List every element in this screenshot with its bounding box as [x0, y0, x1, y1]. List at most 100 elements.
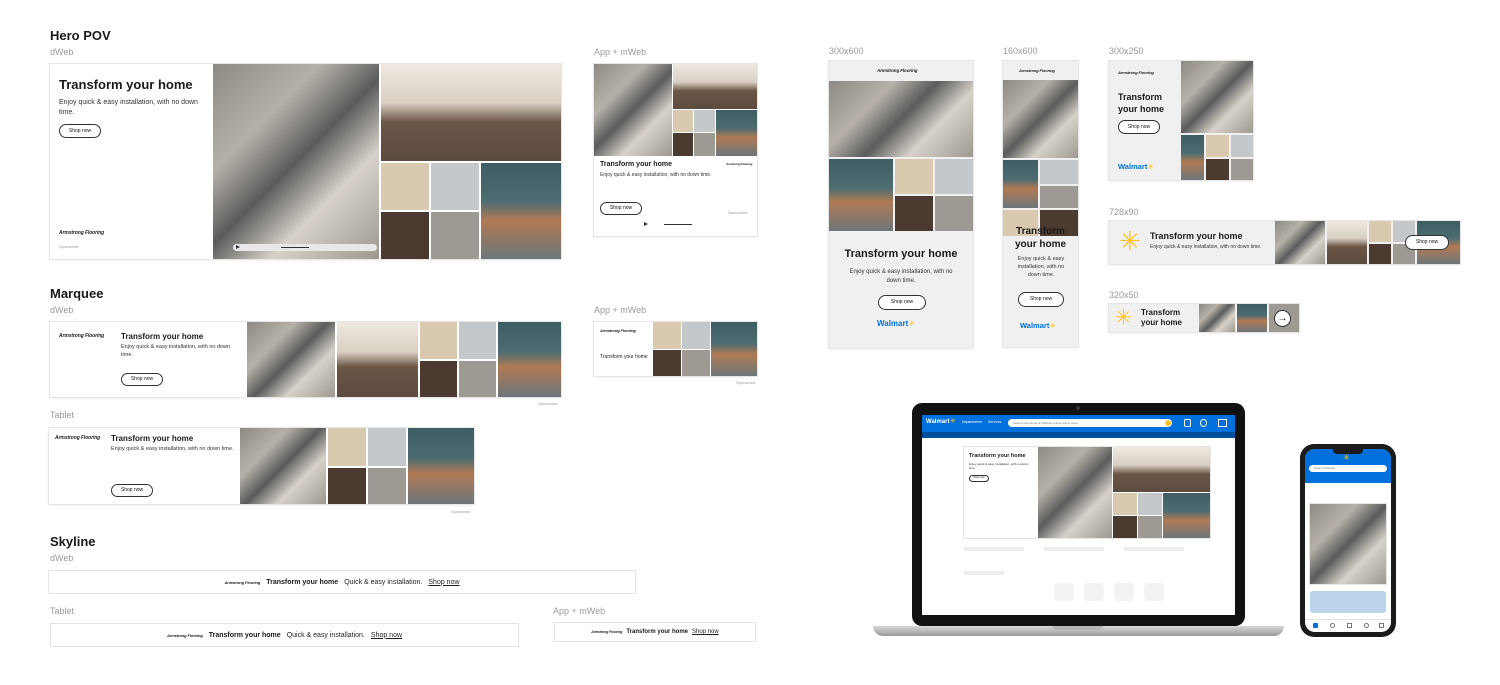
arrow-right-icon[interactable]: →: [1274, 310, 1291, 327]
ad-300x600[interactable]: Armstrong Flooring Transform your home E…: [829, 61, 973, 348]
tab-icon[interactable]: [1347, 623, 1352, 628]
family-photo: [240, 428, 326, 504]
family-photo: [1038, 447, 1112, 538]
hero-mweb-ad[interactable]: Transform your home Armstrong Flooring E…: [594, 64, 757, 236]
tablet-brand: Armstrong Flooring: [55, 435, 101, 441]
placeholder-product: [1144, 583, 1164, 601]
ad-728x90[interactable]: ✳ Transform your home Enjoy quick & easy…: [1109, 221, 1460, 264]
phone-notch: [1333, 449, 1363, 454]
laptop-hero-shop-button[interactable]: Shop now: [969, 475, 989, 482]
ad-300x600-brand: Armstrong Flooring: [877, 68, 918, 73]
hero-dweb-ad[interactable]: Transform your home Enjoy quick & easy i…: [50, 64, 561, 259]
walmart-header: Walmart ✳ Departments Services Search ev…: [922, 415, 1235, 432]
search-icon[interactable]: [1165, 420, 1171, 426]
laptop-screen: Walmart ✳ Departments Services Search ev…: [922, 415, 1235, 615]
marquee-brand: Armstrong Flooring: [59, 333, 105, 339]
tile-swatch: [328, 468, 366, 504]
marquee-tablet-ad[interactable]: Armstrong Flooring Transform your home E…: [49, 428, 474, 504]
marquee-mweb-ad[interactable]: Armstrong Flooring Transform your home: [594, 322, 757, 376]
phone-hero-ad[interactable]: [1310, 504, 1386, 584]
ad-300x600-shop-button[interactable]: Shop now: [878, 295, 926, 310]
hero-mweb-shop-button[interactable]: Shop now: [600, 202, 642, 215]
label-app-mweb-skyline: App + mWeb: [553, 606, 606, 616]
family-photo: [1275, 221, 1325, 264]
play-icon[interactable]: [236, 245, 240, 249]
phone-search-input[interactable]: Search Walmart: [1309, 465, 1387, 472]
dog-photo: [1003, 160, 1038, 208]
marquee-dweb-ad[interactable]: Armstrong Flooring Transform your home E…: [50, 322, 561, 397]
ad-320x50[interactable]: ✳ Transform your home →: [1109, 304, 1299, 332]
header-logo[interactable]: Walmart: [926, 419, 949, 425]
skyline-headline: Transform your home: [266, 578, 339, 586]
ad-728x90-body: Enjoy quick & easy installation, with no…: [1150, 244, 1262, 250]
skyline-brand: Armstrong Flooring: [224, 579, 261, 585]
tile-swatch: [895, 196, 933, 231]
skyline-tablet-shop-link[interactable]: Shop now: [371, 632, 402, 639]
label-app-mweb-hero: App + mWeb: [594, 47, 647, 57]
skyline-mweb-brand: Armstrong Flooring: [591, 630, 623, 634]
dog-photo: [408, 428, 474, 504]
ad-160x600[interactable]: Armstrong Flooring Transform your home E…: [1003, 61, 1078, 347]
hero-mweb-headline: Transform your home: [600, 161, 672, 168]
family-photo: [594, 64, 672, 156]
tablet-shop-button[interactable]: Shop now: [111, 484, 153, 497]
ad-160x600-shop-button[interactable]: Shop now: [1018, 292, 1064, 307]
services-menu[interactable]: Services: [988, 420, 1001, 424]
family-photo: [1199, 304, 1235, 332]
family-photo: [829, 81, 973, 157]
tile-swatch: [328, 428, 366, 466]
tile-swatch: [1369, 244, 1391, 264]
hero-headline: Transform your home: [59, 77, 193, 92]
account-icon[interactable]: [1200, 419, 1207, 427]
tile-swatch: [653, 350, 681, 376]
ad-320x50-headline: Transform your home: [1141, 308, 1182, 328]
label-dweb-skyline: dWeb: [50, 553, 74, 563]
placeholder-bar: [964, 547, 1024, 551]
tile-swatch: [1113, 493, 1137, 515]
search-input[interactable]: Search everything at Walmart online and …: [1008, 419, 1172, 427]
ad-160x600-body: Enjoy quick & easy installation, with no…: [1017, 256, 1065, 278]
skyline-mweb-shop-link[interactable]: Shop now: [692, 629, 719, 635]
ad-728x90-shop-button[interactable]: Shop now: [1405, 235, 1449, 250]
walmart-wordmark: Walmart: [1020, 321, 1050, 330]
departments-menu[interactable]: Departments: [962, 420, 982, 424]
hero-shop-button[interactable]: Shop now: [59, 124, 101, 138]
headline-line-1: Transform: [1141, 308, 1181, 317]
section-title-skyline: Skyline: [50, 534, 96, 549]
marquee-shop-button[interactable]: Shop now: [121, 373, 163, 386]
ad-728x90-headline: Transform your home: [1150, 231, 1243, 241]
tile-swatch: [1138, 493, 1162, 515]
tile-swatch: [653, 322, 681, 349]
video-scrubber[interactable]: [233, 244, 377, 251]
spark-icon: ✳: [1049, 321, 1056, 330]
label-300x250: 300x250: [1109, 46, 1144, 56]
ad-300x250[interactable]: Armstrong Flooring Transform your home S…: [1109, 61, 1253, 180]
label-dweb-hero: dWeb: [50, 47, 74, 57]
ad-160x600-headline: Transform your home: [1003, 225, 1078, 251]
tile-swatch: [673, 110, 693, 132]
reorder-icon[interactable]: [1184, 419, 1191, 427]
room-photo: [1113, 447, 1210, 492]
phone-screen: ✳ Search Walmart: [1305, 449, 1391, 632]
play-icon[interactable]: [644, 222, 648, 226]
skyline-mweb-ad[interactable]: Armstrong Flooring Transform your home S…: [555, 623, 755, 641]
cart-icon[interactable]: [1218, 419, 1227, 427]
skyline-tablet-brand: Armstrong Flooring: [166, 632, 203, 638]
laptop-content-placeholders: [964, 547, 1210, 607]
sub-header: [922, 432, 1235, 438]
skyline-dweb-ad[interactable]: Armstrong Flooring Transform your home Q…: [49, 571, 635, 593]
skyline-copy: Quick & easy installation.: [344, 578, 423, 586]
tablet-headline: Transform your home: [111, 434, 194, 443]
room-photo: [337, 322, 418, 397]
tab-icon[interactable]: [1330, 623, 1335, 628]
tab-icon[interactable]: [1379, 623, 1384, 628]
label-160x600: 160x600: [1003, 46, 1038, 56]
label-dweb-marquee: dWeb: [50, 305, 74, 315]
laptop-hero-ad[interactable]: Transform your home Enjoy quick & easy i…: [964, 447, 1210, 538]
ad-300x250-shop-button[interactable]: Shop now: [1118, 120, 1160, 134]
placeholder-bar: [1044, 547, 1104, 551]
skyline-tablet-ad[interactable]: Armstrong Flooring Transform your home Q…: [51, 624, 518, 646]
home-tab-icon[interactable]: [1313, 623, 1318, 628]
skyline-shop-link[interactable]: Shop now: [428, 579, 459, 586]
tab-icon[interactable]: [1364, 623, 1369, 628]
